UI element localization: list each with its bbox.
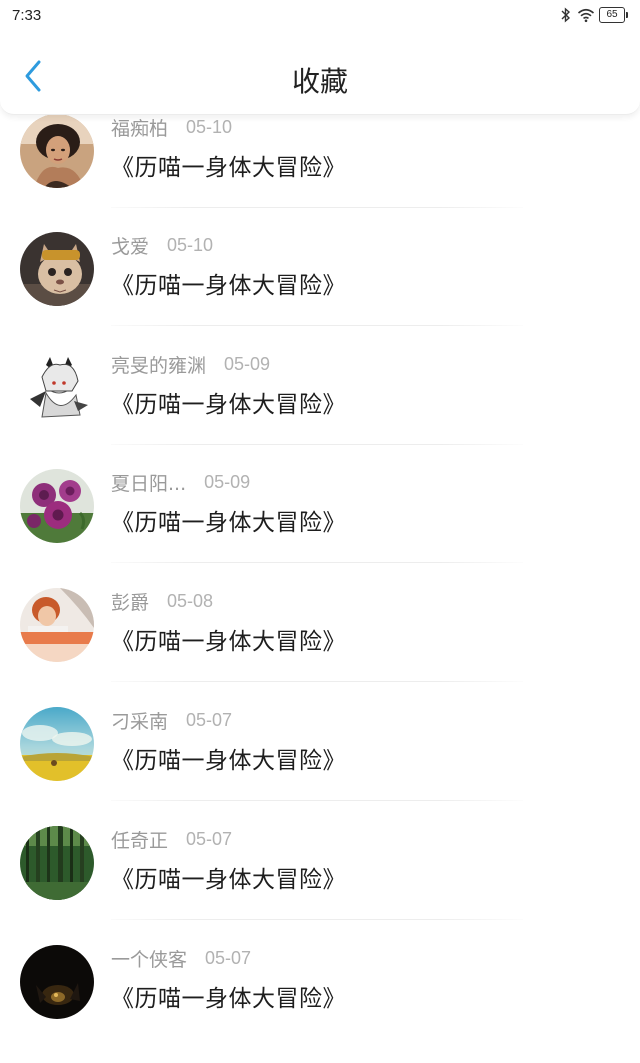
item-title[interactable]: 《历喵一身体大冒险》	[111, 503, 346, 537]
item-meta: 刁采南 05-07	[111, 707, 232, 733]
item-username: 戈爱	[111, 235, 150, 258]
avatar[interactable]	[20, 707, 94, 781]
item-title[interactable]: 《历喵一身体大冒险》	[111, 622, 346, 656]
avatar[interactable]	[20, 114, 94, 188]
anime-sketch-icon	[20, 351, 94, 425]
divider	[111, 444, 523, 445]
list-item[interactable]: 任奇正 05-07 《历喵一身体大冒险》	[0, 826, 640, 944]
list-item[interactable]: 夏日阳... 05-09 《历喵一身体大冒险》	[0, 469, 640, 587]
status-time: 7:33	[12, 7, 42, 24]
item-title[interactable]: 《历喵一身体大冒险》	[111, 860, 346, 894]
avatar[interactable]	[20, 826, 94, 900]
list-item[interactable]: 彭爵 05-08 《历喵一身体大冒险》	[0, 588, 640, 706]
item-title[interactable]: 《历喵一身体大冒险》	[111, 385, 346, 419]
item-title[interactable]: 《历喵一身体大冒险》	[111, 266, 346, 300]
sky-field-landscape-icon	[20, 707, 94, 781]
item-title[interactable]: 《历喵一身体大冒险》	[111, 741, 346, 775]
divider	[111, 562, 523, 563]
item-date: 05-09	[204, 471, 251, 492]
item-date: 05-09	[224, 353, 271, 374]
item-username: 一个侠客	[111, 948, 188, 971]
item-meta: 福痴柏 05-10	[111, 114, 232, 140]
status-icons: 65	[559, 7, 628, 23]
item-meta: 戈爱 05-10	[111, 232, 213, 258]
page-title: 收藏	[291, 65, 348, 98]
battery-level: 65	[599, 7, 625, 23]
person-orange-banner-icon	[20, 588, 94, 662]
item-date: 05-07	[186, 709, 233, 730]
item-username: 福痴柏	[111, 117, 169, 140]
list-item[interactable]: 刁采南 05-07 《历喵一身体大冒险》	[0, 707, 640, 825]
item-meta: 亮旻的雍渊 05-09	[111, 351, 270, 377]
nav-header: 收藏	[0, 34, 640, 115]
divider	[111, 325, 523, 326]
cat-photo-icon	[20, 232, 94, 306]
item-meta: 一个侠客 05-07	[111, 945, 251, 971]
item-date: 05-07	[205, 947, 252, 968]
divider	[111, 800, 523, 801]
item-username: 亮旻的雍渊	[111, 354, 207, 377]
item-date: 05-08	[167, 590, 214, 611]
avatar[interactable]	[20, 469, 94, 543]
avatar[interactable]	[20, 588, 94, 662]
dark-night-scene-icon	[20, 945, 94, 1019]
battery-icon: 65	[599, 7, 628, 23]
item-username: 任奇正	[111, 829, 169, 852]
divider	[111, 681, 523, 682]
bluetooth-icon	[561, 7, 571, 23]
divider	[111, 919, 523, 920]
item-title[interactable]: 《历喵一身体大冒险》	[111, 148, 346, 182]
item-meta: 夏日阳... 05-09	[111, 469, 250, 495]
wifi-icon	[577, 8, 595, 23]
item-username: 彭爵	[111, 591, 150, 614]
list-item[interactable]: 一个侠客 05-07 《历喵一身体大冒险》	[0, 945, 640, 1063]
avatar[interactable]	[20, 351, 94, 425]
list-item[interactable]: 福痴柏 05-10 《历喵一身体大冒险》	[0, 114, 640, 232]
avatar[interactable]	[20, 232, 94, 306]
list-item[interactable]: 戈爱 05-10 《历喵一身体大冒险》	[0, 232, 640, 350]
list-item[interactable]: 亮旻的雍渊 05-09 《历喵一身体大冒险》	[0, 351, 640, 469]
forest-trees-icon	[20, 826, 94, 900]
item-date: 05-07	[186, 828, 233, 849]
item-meta: 彭爵 05-08	[111, 588, 213, 614]
purple-flowers-icon	[20, 469, 94, 543]
status-bar: 7:33 65	[0, 0, 640, 34]
item-date: 05-10	[167, 234, 214, 255]
item-title[interactable]: 《历喵一身体大冒险》	[111, 979, 346, 1013]
item-username: 夏日阳...	[111, 472, 187, 495]
woman-portrait-icon	[20, 114, 94, 188]
item-username: 刁采南	[111, 710, 169, 733]
avatar[interactable]	[20, 945, 94, 1019]
item-date: 05-10	[186, 116, 233, 137]
item-meta: 任奇正 05-07	[111, 826, 232, 852]
divider	[111, 207, 523, 208]
